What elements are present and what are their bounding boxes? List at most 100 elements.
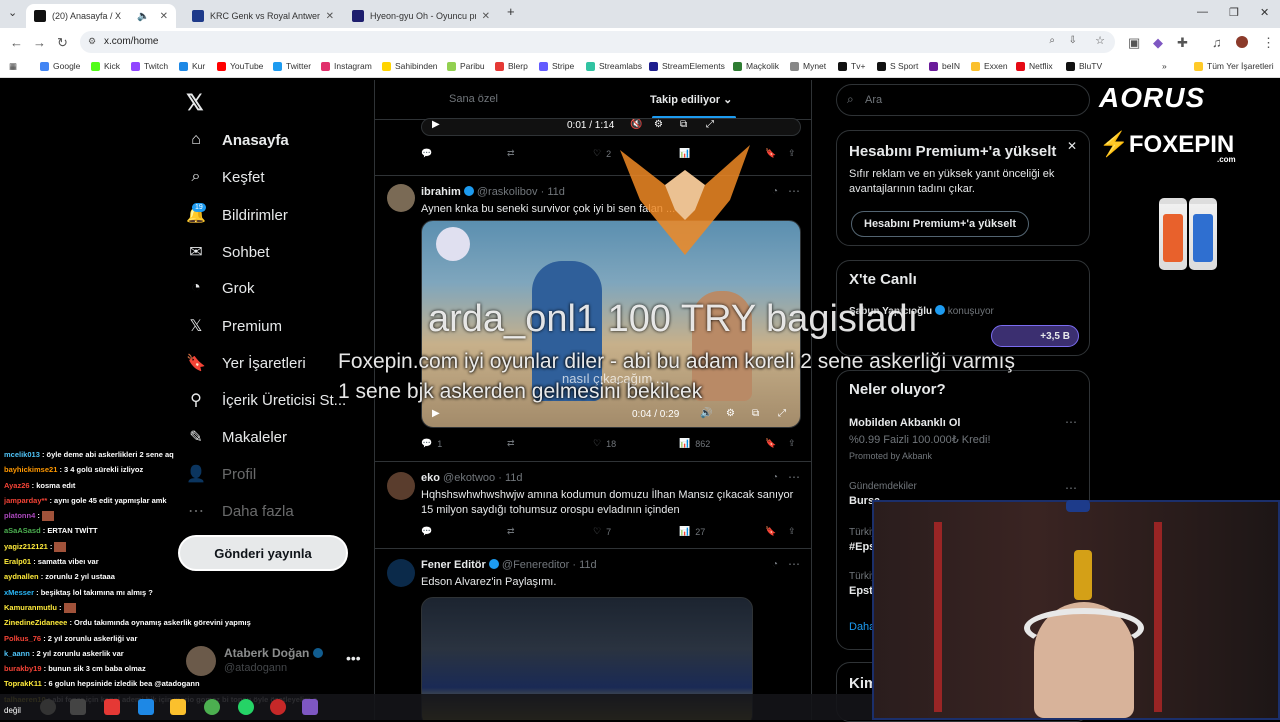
play-icon[interactable]: ▶ bbox=[432, 408, 440, 419]
chrome-icon[interactable] bbox=[204, 699, 220, 715]
fullscreen-icon[interactable]: ⤢ bbox=[706, 119, 714, 130]
browser-tab-genk[interactable]: KRC Genk vs Royal Antwerp, 08 ✕ bbox=[184, 4, 342, 28]
whatsapp-icon[interactable] bbox=[238, 699, 254, 715]
author-handle[interactable]: @ekotwoo bbox=[443, 472, 495, 484]
more-icon[interactable]: ⋯ bbox=[788, 557, 800, 571]
author-name[interactable]: ibrahim bbox=[421, 186, 461, 198]
pip-icon[interactable]: ⧉ bbox=[680, 119, 687, 130]
bookmark-all[interactable]: Tüm Yer İşaretleri bbox=[1194, 61, 1274, 71]
tab-search-icon[interactable]: ⌄ bbox=[8, 6, 17, 19]
sidebar-item-explore[interactable]: ⌕ Keşfet bbox=[186, 168, 265, 186]
share-icon[interactable]: ⇪ bbox=[788, 438, 796, 449]
search-icon[interactable] bbox=[40, 699, 56, 715]
sidebar-item-bookmarks[interactable]: 🔖 Yer İşaretleri bbox=[186, 353, 306, 373]
close-icon[interactable]: ✕ bbox=[1067, 139, 1077, 153]
task-view-icon[interactable] bbox=[70, 699, 86, 715]
tweet[interactable]: eko @ekotwoo · 11d ◔ ⋯ Hqhshswhwhwshwjw … bbox=[375, 462, 811, 549]
grok-icon[interactable]: ◔ bbox=[772, 186, 778, 197]
avatar[interactable] bbox=[1236, 36, 1248, 48]
bookmark-streamlabs[interactable]: Streamlabs bbox=[586, 61, 642, 71]
repost-icon[interactable]: ⇄ bbox=[507, 438, 515, 449]
repost-icon[interactable]: ⇄ bbox=[507, 526, 515, 537]
author-name[interactable]: eko bbox=[421, 472, 440, 484]
author-handle[interactable]: @Fenereditor bbox=[502, 559, 569, 571]
close-icon[interactable]: ✕ bbox=[160, 11, 168, 22]
bookmark-blutv[interactable]: BluTV bbox=[1066, 61, 1102, 71]
more-icon[interactable]: ⋯ bbox=[788, 184, 800, 198]
bookmark-mynet[interactable]: Mynet bbox=[790, 61, 826, 71]
bookmark-youtube[interactable]: YouTube bbox=[217, 61, 263, 71]
site-info-icon[interactable]: ⚙ bbox=[88, 36, 96, 47]
more-icon[interactable]: ⋯ bbox=[788, 470, 800, 484]
tab-mute-icon[interactable]: 🔈 bbox=[137, 11, 149, 22]
share-icon[interactable]: ⇪ bbox=[788, 526, 796, 537]
bookmark-google[interactable]: Google bbox=[40, 61, 80, 71]
reply-icon[interactable]: 💬 bbox=[421, 526, 432, 537]
sidebar-item-grok[interactable]: ◔ Grok bbox=[186, 279, 254, 297]
extension-icon[interactable]: ▣ bbox=[1128, 35, 1140, 51]
bookmark-blerp[interactable]: Blerp bbox=[495, 61, 528, 71]
bookmark-icon[interactable]: 🔖 bbox=[765, 438, 776, 449]
bookmark-icon[interactable]: 🔖 bbox=[765, 526, 776, 537]
sidebar-item-home[interactable]: ⌂ Anasayfa bbox=[186, 131, 289, 149]
bookmark-instagram[interactable]: Instagram bbox=[321, 61, 372, 71]
reply-button[interactable]: 💬 1 bbox=[421, 438, 442, 449]
x-logo-icon[interactable]: 𝕏 bbox=[186, 90, 204, 116]
kebab-menu-icon[interactable]: ⋮ bbox=[1262, 35, 1275, 51]
tab-for-you[interactable]: Sana özel bbox=[449, 93, 498, 105]
extension-icon[interactable]: ◆ bbox=[1153, 35, 1163, 51]
author-handle[interactable]: @raskolibov bbox=[477, 186, 538, 198]
app-icon[interactable] bbox=[104, 699, 120, 715]
grok-icon[interactable]: ◔ bbox=[772, 559, 778, 570]
bookmark-tvplus[interactable]: Tv+ bbox=[838, 61, 865, 71]
avatar[interactable] bbox=[387, 184, 415, 212]
views-button[interactable]: 📊 27 bbox=[679, 526, 705, 537]
bookmark-twitch[interactable]: Twitch bbox=[131, 61, 168, 71]
restore-icon[interactable]: ❐ bbox=[1229, 6, 1239, 19]
mute-icon[interactable]: 🔇 bbox=[630, 119, 642, 130]
settings-icon[interactable]: ⚙ bbox=[726, 408, 735, 419]
fullscreen-icon[interactable]: ⤢ bbox=[778, 408, 786, 419]
play-icon[interactable]: ▶ bbox=[432, 119, 440, 130]
window-close-icon[interactable]: ✕ bbox=[1260, 6, 1269, 19]
bookmark-ssport[interactable]: S Sport bbox=[877, 61, 918, 71]
bookmark-streamelements[interactable]: StreamElements bbox=[649, 61, 725, 71]
apps-icon[interactable]: ▦ bbox=[9, 61, 17, 72]
more-icon[interactable]: ⋯ bbox=[1065, 415, 1077, 429]
repost-icon[interactable]: ⇄ bbox=[507, 148, 515, 159]
reply-icon[interactable]: 💬 bbox=[421, 148, 432, 159]
avatar[interactable] bbox=[387, 472, 415, 500]
bookmark-kick[interactable]: Kick bbox=[91, 61, 120, 71]
minimize-icon[interactable]: — bbox=[1197, 6, 1208, 18]
like-button[interactable]: ♡ 7 bbox=[593, 526, 611, 537]
url-input[interactable]: ⚙ x.com/home ⌕ ⇩ ☆ bbox=[80, 31, 1115, 53]
tab-following[interactable]: Takip ediliyor ⌄ bbox=[650, 93, 732, 106]
folder-icon[interactable] bbox=[170, 699, 186, 715]
sidebar-item-creator-studio[interactable]: ⚲ İçerik Üreticisi St... bbox=[186, 390, 346, 410]
share-icon[interactable]: ⇪ bbox=[788, 148, 796, 159]
tweet-age[interactable]: · 11d bbox=[572, 559, 596, 571]
volume-icon[interactable]: 🔊 bbox=[700, 408, 712, 419]
ad-title[interactable]: Mobilden Akbanklı Ol bbox=[849, 417, 960, 429]
browser-tab-hyeon[interactable]: Hyeon-gyu Oh - Oyuncu profili ✕ bbox=[344, 4, 498, 28]
settings-icon[interactable]: ⚙ bbox=[654, 119, 663, 130]
close-icon[interactable]: ✕ bbox=[326, 11, 334, 22]
sidebar-item-messages[interactable]: ✉ Sohbet bbox=[186, 242, 269, 262]
bookmark-netflix[interactable]: Netflix bbox=[1016, 61, 1053, 71]
bookmark-icon[interactable]: 🔖 bbox=[765, 148, 776, 159]
bookmark-paribu[interactable]: Paribu bbox=[447, 61, 485, 71]
bookmark-bein[interactable]: beIN bbox=[929, 61, 960, 71]
close-icon[interactable]: ✕ bbox=[482, 11, 490, 22]
grok-icon[interactable]: ◔ bbox=[772, 472, 778, 483]
tweet-age[interactable]: · 11d bbox=[541, 186, 565, 198]
tweet-age[interactable]: · 11d bbox=[498, 472, 522, 484]
author-name[interactable]: Fener Editör bbox=[421, 559, 486, 571]
avatar[interactable] bbox=[387, 559, 415, 587]
back-icon[interactable]: ← bbox=[10, 35, 23, 50]
like-button[interactable]: ♡ 2 bbox=[593, 148, 611, 159]
bookmark-twitter[interactable]: Twitter bbox=[273, 61, 311, 71]
bookmark-sahibinden[interactable]: Sahibinden bbox=[382, 61, 438, 71]
sidebar-item-premium[interactable]: 𝕏 Premium bbox=[186, 316, 282, 336]
star-icon[interactable]: ☆ bbox=[1095, 34, 1105, 47]
extensions-puzzle-icon[interactable]: ✚ bbox=[1177, 35, 1188, 51]
